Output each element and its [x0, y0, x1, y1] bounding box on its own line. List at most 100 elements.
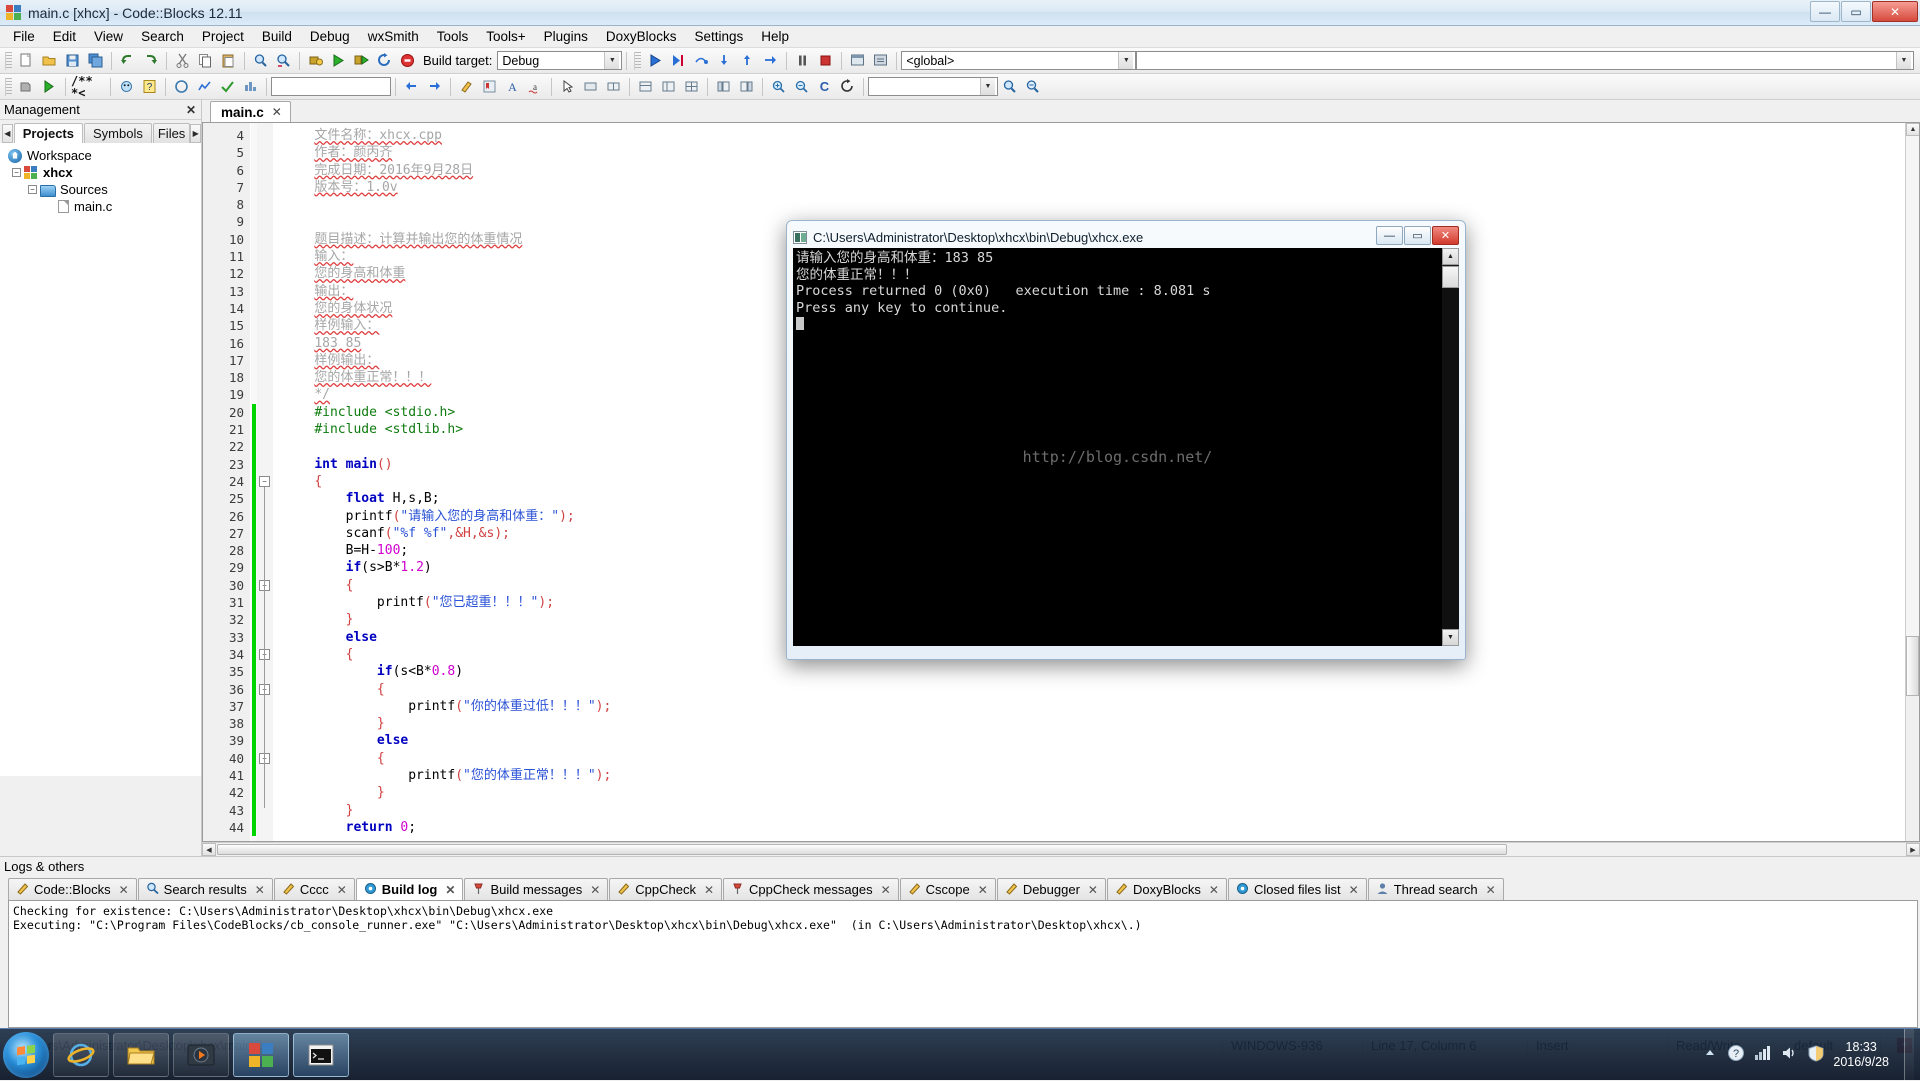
tab-projects[interactable]: Projects: [13, 123, 83, 143]
tray-shield-icon[interactable]: [1808, 1044, 1824, 1065]
debug-step-out-icon[interactable]: [737, 50, 758, 71]
wxsmith-align-left-icon[interactable]: [713, 76, 734, 97]
maximize-button[interactable]: ▭: [1841, 1, 1871, 22]
debug-step-into-icon[interactable]: [714, 50, 735, 71]
thread-search-combo[interactable]: ▼: [868, 77, 998, 96]
nav-back-icon[interactable]: [401, 76, 422, 97]
tree-item-mainc[interactable]: main.c: [6, 198, 201, 215]
menu-help[interactable]: Help: [752, 27, 798, 46]
code-line[interactable]: }: [283, 784, 1905, 801]
thread-search-options-icon[interactable]: [1022, 76, 1043, 97]
abort-icon[interactable]: [397, 50, 418, 71]
tray-help-icon[interactable]: ?: [1727, 1044, 1745, 1065]
font-icon[interactable]: A: [502, 76, 523, 97]
wxsmith-panel1-icon[interactable]: [580, 76, 601, 97]
close-button[interactable]: ✕: [1872, 1, 1918, 22]
taskbar-item-internet-explorer[interactable]: [53, 1032, 109, 1077]
new-file-icon[interactable]: [16, 50, 37, 71]
scroll-up-icon[interactable]: ▲: [1906, 123, 1919, 136]
code-line[interactable]: if(s<B*0.8): [283, 663, 1905, 680]
log-tab-closed-files-list[interactable]: Closed files list ✕: [1227, 878, 1367, 900]
doxyblocks-config-icon[interactable]: [116, 76, 137, 97]
close-icon[interactable]: ✕: [1349, 883, 1359, 897]
scroll-left-icon[interactable]: ◀: [202, 843, 216, 856]
log-tab-debugger[interactable]: Debugger ✕: [996, 878, 1106, 900]
close-icon[interactable]: ✕: [590, 883, 600, 897]
code-line[interactable]: 作者：颜丙齐: [283, 144, 1905, 161]
tabs-scroll-left-icon[interactable]: ◀: [2, 124, 13, 143]
cccc-icon[interactable]: [194, 76, 215, 97]
debugging-windows-icon[interactable]: [847, 50, 868, 71]
tree-item-workspace[interactable]: Workspace: [6, 147, 201, 164]
chevron-down-icon[interactable]: ▼: [980, 78, 995, 95]
menu-search[interactable]: Search: [132, 27, 193, 46]
chevron-down-icon[interactable]: ▼: [1896, 52, 1911, 69]
log-tab-code-blocks[interactable]: Code::Blocks ✕: [8, 878, 137, 900]
close-icon[interactable]: ✕: [272, 105, 282, 119]
cscope-icon[interactable]: [171, 76, 192, 97]
menu-build[interactable]: Build: [253, 27, 301, 46]
log-tab-cscope[interactable]: Cscope ✕: [899, 878, 996, 900]
log-tab-build-log[interactable]: Build log ✕: [355, 878, 464, 900]
spellcheck-icon[interactable]: a: [525, 76, 546, 97]
debug-run-to-cursor-icon[interactable]: [668, 50, 689, 71]
close-icon[interactable]: ✕: [881, 883, 891, 897]
editor-tab-mainc[interactable]: main.c ✕: [210, 101, 291, 122]
menu-project[interactable]: Project: [193, 27, 253, 46]
code-line[interactable]: {: [283, 681, 1905, 698]
menu-file[interactable]: File: [4, 27, 44, 46]
code-line[interactable]: [283, 196, 1905, 213]
close-icon[interactable]: ✕: [119, 883, 129, 897]
toolbar-grip[interactable]: [5, 77, 12, 96]
code-line[interactable]: return 0;: [283, 819, 1905, 836]
replace-icon[interactable]: [273, 50, 294, 71]
taskbar-item-file-explorer[interactable]: [113, 1032, 169, 1077]
close-icon[interactable]: ✕: [337, 883, 347, 897]
find-toolbar-input[interactable]: [271, 77, 391, 96]
log-tab-build-messages[interactable]: Build messages ✕: [464, 878, 609, 900]
wxsmith-pointer-icon[interactable]: [557, 76, 578, 97]
close-icon[interactable]: ✕: [704, 883, 714, 897]
close-icon[interactable]: ✕: [255, 883, 265, 897]
console-window[interactable]: C:\Users\Administrator\Desktop\xhcx\bin\…: [786, 220, 1466, 660]
taskbar-clock[interactable]: 18:33 2016/9/28: [1833, 1040, 1895, 1070]
menu-settings[interactable]: Settings: [685, 27, 752, 46]
code-line[interactable]: 版本号：1.0v: [283, 179, 1905, 196]
scroll-right-icon[interactable]: ▶: [1906, 843, 1920, 856]
close-icon[interactable]: ✕: [186, 103, 196, 117]
save-icon[interactable]: [62, 50, 83, 71]
wxsmith-layout-h-icon[interactable]: [635, 76, 656, 97]
code-line[interactable]: 完成日期：2016年9月28日: [283, 162, 1905, 179]
debug-stop-icon[interactable]: [815, 50, 836, 71]
undo-icon[interactable]: [117, 50, 138, 71]
close-icon[interactable]: ✕: [1209, 883, 1219, 897]
vertical-scroll-thumb[interactable]: [1906, 636, 1919, 696]
rebuild-icon[interactable]: [374, 50, 395, 71]
minimize-button[interactable]: —: [1810, 1, 1840, 22]
tab-files[interactable]: Files: [152, 123, 191, 143]
show-desktop-button[interactable]: [1904, 1028, 1914, 1081]
horizontal-scroll-thumb[interactable]: [217, 844, 1507, 855]
editor-horizontal-scrollbar[interactable]: ◀ ▶: [202, 842, 1920, 856]
symbol-refresh-icon[interactable]: [837, 76, 858, 97]
toolbar-grip[interactable]: [634, 51, 642, 70]
wxsmith-panel2-icon[interactable]: [603, 76, 624, 97]
bookmark-icon[interactable]: [479, 76, 500, 97]
console-maximize-button[interactable]: ▭: [1404, 226, 1431, 245]
fold-margin[interactable]: −−−−−: [257, 123, 273, 841]
profiler-icon[interactable]: [240, 76, 261, 97]
fold-toggle-icon[interactable]: −: [259, 476, 270, 487]
debug-next-instruction-icon[interactable]: [760, 50, 781, 71]
close-icon[interactable]: ✕: [1088, 883, 1098, 897]
doxyblocks-extract-icon[interactable]: [39, 76, 60, 97]
menu-tools[interactable]: Tools: [428, 27, 478, 46]
collapse-toggle-icon[interactable]: −: [12, 168, 21, 177]
menu-debug[interactable]: Debug: [301, 27, 359, 46]
menu-tools-[interactable]: Tools+: [477, 27, 534, 46]
redo-icon[interactable]: [140, 50, 161, 71]
code-line[interactable]: }: [283, 802, 1905, 819]
build-and-run-icon[interactable]: [351, 50, 372, 71]
menu-plugins[interactable]: Plugins: [535, 27, 597, 46]
taskbar-item-console-window[interactable]: [293, 1032, 349, 1077]
console-close-button[interactable]: ✕: [1432, 226, 1459, 245]
